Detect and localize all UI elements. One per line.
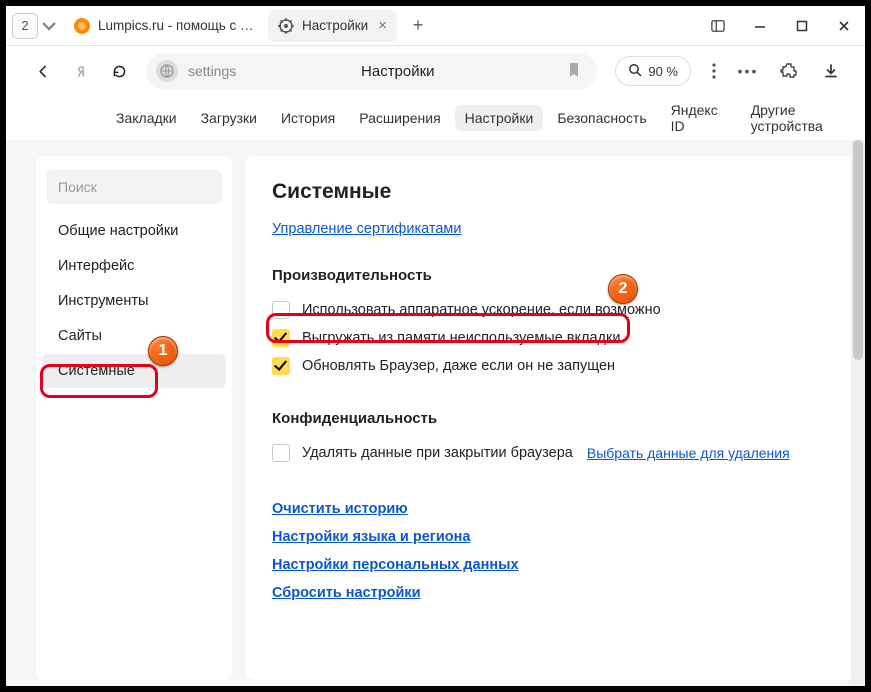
privacy-heading: Конфиденциальность [272,410,831,427]
zoom-value: 90 % [648,64,678,79]
tab-label: Lumpics.ru - помощь с ком [98,18,254,33]
perf-label: Обновлять Браузер, даже если он не запущ… [302,358,615,374]
downloads-button[interactable] [815,63,847,79]
close-window-button[interactable] [823,6,865,46]
favicon-lumpics [74,18,90,34]
settings-subnav: ЗакладкиЗагрузкиИсторияРасширенияНастрой… [6,96,865,140]
tab-lumpics[interactable]: Lumpics.ru - помощь с ком [64,10,264,42]
perf-row: Выгружать из памяти неиспользуемые вклад… [272,324,831,352]
subnav-item[interactable]: История [271,105,345,131]
sidebar-search-input[interactable]: Поиск [46,170,222,204]
subnav-item[interactable]: Расширения [349,105,450,131]
delete-on-close-checkbox[interactable] [272,444,290,462]
subnav-item[interactable]: Загрузки [191,105,267,131]
site-info-icon[interactable] [156,60,178,82]
performance-heading: Производительность [272,267,831,284]
toolbar: settings Настройки 90 % ••• [6,46,865,96]
page-actions-button[interactable] [701,63,727,79]
omnibox[interactable]: settings Настройки [146,53,597,89]
close-icon[interactable]: × [378,17,387,34]
tab-dropdown-icon[interactable] [40,13,58,39]
maximize-button[interactable] [781,6,823,46]
quick-link[interactable]: Настройки языка и региона [272,523,831,551]
delete-on-close-label: Удалять данные при закрытии браузера [302,445,573,461]
subnav-item[interactable]: Другие устройства [741,97,865,139]
new-tab-button[interactable]: + [405,13,431,39]
choose-data-link[interactable]: Выбрать данные для удаления [587,445,790,461]
content-area: Поиск Общие настройкиИнтерфейсИнструмент… [6,140,865,686]
menu-button[interactable]: ••• [733,63,763,79]
scrollbar-thumb[interactable] [853,140,863,360]
subnav-item[interactable]: Настройки [455,105,544,131]
settings-sidebar: Поиск Общие настройкиИнтерфейсИнструмент… [36,156,232,680]
perf-row: Использовать аппаратное ускорение, если … [272,296,831,324]
back-button[interactable] [26,54,60,88]
perf-label: Выгружать из памяти неиспользуемые вклад… [302,330,620,346]
scrollbar-track[interactable] [851,140,865,686]
extensions-button[interactable] [773,62,805,80]
tab-label: Настройки [302,18,368,33]
favicon-settings [278,18,294,34]
quick-link[interactable]: Очистить историю [272,495,831,523]
subnav-item[interactable]: Яндекс ID [661,97,737,139]
sidebar-toggle-icon[interactable] [697,6,739,46]
sidebar-item[interactable]: Сайты [42,319,226,353]
bookmark-icon[interactable] [567,62,589,81]
subnav-item[interactable]: Безопасность [547,105,656,131]
privacy-row: Удалять данные при закрытии браузера Выб… [272,439,831,467]
subnav-item[interactable]: Закладки [106,105,187,131]
settings-pane: Системные Управление сертификатами Произ… [246,156,857,680]
tab-settings[interactable]: Настройки × [268,10,397,42]
perf-label: Использовать аппаратное ускорение, если … [302,302,661,318]
sidebar-item[interactable]: Системные [42,354,226,388]
zoom-indicator[interactable]: 90 % [615,56,691,86]
manage-certificates-link[interactable]: Управление сертификатами [272,221,461,237]
perf-checkbox[interactable] [272,329,290,347]
perf-row: Обновлять Браузер, даже если он не запущ… [272,352,831,380]
sidebar-item[interactable]: Общие настройки [42,214,226,248]
search-placeholder: Поиск [58,179,97,195]
tab-strip: 2 Lumpics.ru - помощь с ком Настройки × … [6,6,865,46]
omnibox-title: Настройки [236,63,559,80]
perf-checkbox[interactable] [272,301,290,319]
tab-count-button[interactable]: 2 [12,13,38,39]
minimize-button[interactable] [739,6,781,46]
perf-checkbox[interactable] [272,357,290,375]
magnifier-icon [628,63,642,80]
reload-button[interactable] [102,54,136,88]
sidebar-item[interactable]: Инструменты [42,284,226,318]
quick-link[interactable]: Настройки персональных данных [272,551,831,579]
yandex-home-button[interactable] [64,54,98,88]
sidebar-item[interactable]: Интерфейс [42,249,226,283]
quick-link[interactable]: Сбросить настройки [272,579,831,607]
page-heading: Системные [272,180,831,204]
omnibox-url: settings [188,63,236,79]
quick-links: Очистить историюНастройки языка и регион… [272,495,831,607]
